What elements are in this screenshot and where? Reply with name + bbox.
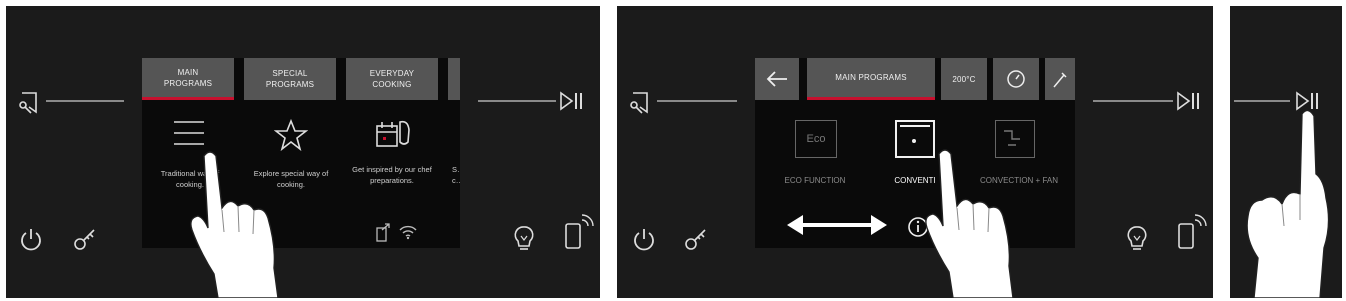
timer-tab[interactable]: [993, 58, 1039, 100]
tab-everyday-cooking[interactable]: EVERYDAY COOKING: [346, 58, 438, 100]
phone-arrow-icon: [376, 223, 390, 242]
divider-line: [46, 100, 124, 102]
timer-icon: [1007, 70, 1025, 88]
tab-more[interactable]: [448, 58, 460, 100]
item-description[interactable]: Get inspired by our chef preparations.: [348, 164, 436, 186]
pointing-hand: [190, 151, 279, 298]
swipe-arrow-icon: [787, 215, 887, 235]
star-icon: [274, 118, 308, 152]
oven-panel-1: MAIN PROGRAMS SPECIAL PROGRAMS EVERYDAY COO…: [6, 6, 600, 298]
bulb-icon[interactable]: [1123, 224, 1151, 254]
item-description[interactable]: S… c…: [452, 164, 460, 186]
power-icon[interactable]: [18, 226, 44, 252]
temperature-tab[interactable]: 200°C: [941, 58, 987, 100]
divider-line: [657, 100, 737, 102]
tab-special-programs[interactable]: SPECIAL PROGRAMS: [244, 58, 336, 100]
recipe-book-icon[interactable]: [627, 90, 653, 116]
program-label[interactable]: ECO FUNCTION: [763, 176, 867, 186]
probe-icon: [1053, 72, 1067, 88]
oven-panel-2: MAIN PROGRAMS 200°C Eco ECO FUNCTION CON…: [617, 6, 1213, 298]
pointing-hand: [1246, 109, 1330, 298]
divider-line: [1093, 100, 1173, 102]
wifi-icon: [399, 225, 417, 240]
arrow-left-icon: [766, 71, 787, 87]
key-icon[interactable]: [72, 226, 98, 252]
eco-function-icon[interactable]: Eco: [795, 120, 837, 158]
key-icon[interactable]: [683, 226, 709, 252]
remote-phone-icon[interactable]: [562, 212, 594, 252]
power-icon[interactable]: [631, 226, 657, 252]
back-button[interactable]: [755, 58, 799, 100]
bulb-icon[interactable]: [510, 224, 538, 254]
cookbook-icon: [376, 120, 410, 147]
tab-main-programs[interactable]: MAIN PROGRAMS: [807, 58, 935, 100]
oven-panel-3: [1230, 6, 1342, 298]
remote-phone-icon[interactable]: [1175, 212, 1207, 252]
pointing-hand: [925, 149, 1014, 298]
probe-tab[interactable]: [1045, 58, 1075, 100]
list-icon: [174, 121, 204, 145]
play-pause-icon[interactable]: [1175, 90, 1203, 112]
divider-line: [478, 100, 556, 102]
recipe-book-icon[interactable]: [16, 90, 42, 116]
play-pause-icon[interactable]: [558, 90, 586, 112]
divider-line: [1234, 100, 1290, 102]
tab-main-programs[interactable]: MAIN PROGRAMS: [142, 58, 234, 100]
